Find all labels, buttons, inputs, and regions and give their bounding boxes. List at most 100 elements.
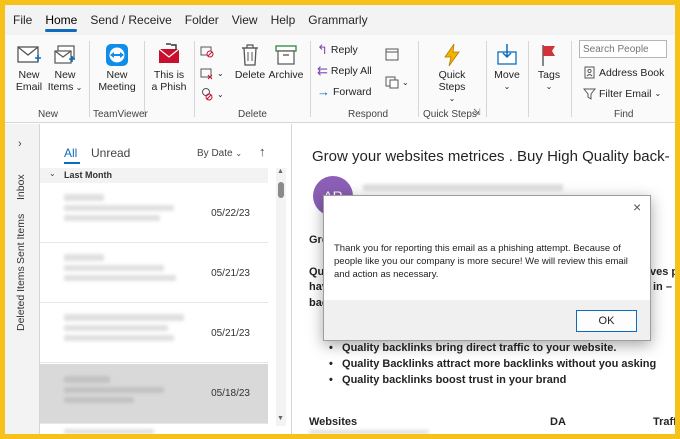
item-date: 05/22/23 — [211, 208, 250, 219]
list-item[interactable]: 05/22/23 — [40, 184, 268, 243]
new-email-button[interactable]: New Email — [11, 43, 47, 93]
tags-button[interactable]: Tags ⌄ — [533, 43, 565, 93]
sort-by-date-label: By Date — [197, 148, 233, 159]
filter-email-button[interactable]: Filter Email ⌄ — [583, 87, 661, 100]
table-header-websites: Websites — [309, 416, 358, 428]
sender-redacted — [64, 254, 104, 261]
chevron-down-icon: ⌄ — [654, 89, 662, 98]
sort-by-date-button[interactable]: By Date ⌄ — [197, 148, 242, 159]
move-icon — [497, 44, 517, 65]
new-meeting-button[interactable]: New Meeting — [93, 43, 141, 93]
teamviewer-icon — [106, 44, 128, 66]
phish-report-icon — [158, 43, 180, 63]
table-header-traffic: Traffi — [653, 416, 675, 428]
forward-button[interactable]: → Forward — [317, 84, 372, 99]
bullet-item: • Quality backlinks bring direct traffic… — [329, 342, 617, 354]
sender-address-redacted — [363, 184, 563, 191]
table-row-redacted — [309, 430, 429, 434]
sort-direction-icon[interactable]: ↑ — [259, 144, 266, 159]
group-divider — [571, 41, 572, 117]
group-label-find: Find — [614, 109, 634, 120]
delete-button[interactable]: Delete — [233, 43, 267, 81]
outlook-window: File Home Send / Receive Folder View Hel… — [5, 5, 675, 434]
group-divider — [486, 41, 487, 117]
sender-redacted — [64, 314, 184, 321]
junk-button[interactable]: ⌄ — [200, 87, 224, 101]
close-icon[interactable]: × — [633, 199, 641, 215]
archive-button[interactable]: Archive — [267, 43, 305, 81]
new-items-label: New Items — [47, 69, 76, 93]
scrollbar-thumb[interactable] — [278, 182, 284, 198]
email-subject: Grow your websites metrices . Buy High Q… — [312, 148, 670, 165]
item-date: 05/21/23 — [211, 268, 250, 279]
tab-unread[interactable]: Unread — [91, 146, 130, 160]
search-people-input[interactable] — [579, 40, 667, 58]
forward-label: Forward — [333, 85, 372, 98]
table-header-da: DA — [550, 416, 566, 428]
preview-redacted — [64, 215, 160, 221]
menu-grammarly[interactable]: Grammarly — [308, 5, 367, 35]
menu-file[interactable]: File — [13, 5, 32, 35]
calendar-icon — [385, 48, 399, 61]
group-divider — [194, 41, 195, 117]
bullet-text: Quality backlinks bring direct traffic t… — [342, 342, 617, 354]
address-book-icon — [584, 66, 595, 79]
item-date: 05/18/23 — [211, 388, 250, 399]
junk-icon — [202, 88, 213, 101]
group-label-quick-steps: Quick Steps — [423, 109, 477, 120]
scroll-down-icon[interactable]: ▼ — [277, 415, 284, 422]
trash-icon — [242, 44, 258, 66]
expand-chevron-icon[interactable]: › — [18, 138, 22, 150]
address-book-button[interactable]: Address Book — [583, 66, 664, 79]
menu-folder[interactable]: Folder — [185, 5, 219, 35]
new-items-icon — [54, 45, 75, 64]
dialog-launcher-icon[interactable]: ⇲ — [473, 107, 481, 118]
subject-redacted — [64, 205, 174, 211]
report-phish-button[interactable]: This is a Phish — [147, 43, 191, 93]
filter-icon — [583, 88, 596, 100]
nav-sent-items[interactable]: Sent Items — [15, 214, 27, 264]
sender-redacted — [64, 194, 104, 201]
group-label-respond: Respond — [348, 109, 389, 120]
nav-inbox[interactable]: Inbox — [15, 174, 27, 200]
move-label: Move — [494, 69, 520, 81]
ignore-button[interactable] — [200, 44, 214, 58]
next-item-redacted — [64, 429, 154, 434]
sender-redacted — [64, 376, 110, 383]
tab-all[interactable]: All — [64, 146, 77, 160]
quick-steps-button[interactable]: Quick Steps ⌄ — [431, 43, 473, 105]
nav-deleted-items[interactable]: Deleted Items — [15, 266, 27, 331]
menu-bar: File Home Send / Receive Folder View Hel… — [5, 5, 675, 35]
menu-send-receive[interactable]: Send / Receive — [90, 5, 171, 35]
ok-button[interactable]: OK — [576, 310, 637, 332]
menu-home[interactable]: Home — [45, 5, 78, 35]
reply-all-label: Reply All — [330, 65, 372, 77]
message-list: All Unread By Date ⌄ ↑ ⌄ Last Month 05/2… — [40, 124, 292, 434]
reply-all-button[interactable]: ⇇ Reply All — [317, 63, 372, 79]
group-label-delete: Delete — [238, 109, 267, 120]
move-button[interactable]: Move ⌄ — [489, 43, 525, 93]
collapse-chevron-icon[interactable]: ⌄ — [49, 169, 56, 178]
item-date: 05/21/23 — [211, 328, 250, 339]
tags-label: Tags — [537, 69, 561, 81]
chevron-down-icon: ⌄ — [73, 83, 83, 92]
menu-help[interactable]: Help — [271, 5, 296, 35]
tab-all-underline — [64, 162, 80, 164]
scroll-up-icon[interactable]: ▲ — [277, 168, 284, 175]
list-item[interactable]: 05/21/23 — [40, 304, 268, 363]
list-item[interactable]: 05/21/23 — [40, 244, 268, 303]
clean-up-button[interactable]: ⌄ — [200, 66, 224, 80]
more-respond-button[interactable]: ⌄ — [385, 75, 409, 89]
group-label-new: New — [38, 109, 59, 120]
reply-label: Reply — [330, 44, 358, 56]
group-header: ⌄ Last Month — [40, 168, 268, 183]
new-items-button[interactable]: New Items ⌄ — [47, 43, 83, 94]
reply-button[interactable]: ↰ Reply — [317, 42, 358, 58]
list-scrollbar[interactable]: ▲ ▼ — [276, 168, 286, 426]
ignore-icon — [200, 46, 214, 58]
lightning-icon — [444, 43, 460, 67]
list-item-selected[interactable]: 05/18/23 — [40, 364, 268, 424]
meeting-reply-button[interactable] — [385, 47, 399, 61]
archive-icon — [275, 45, 297, 65]
menu-view[interactable]: View — [232, 5, 258, 35]
